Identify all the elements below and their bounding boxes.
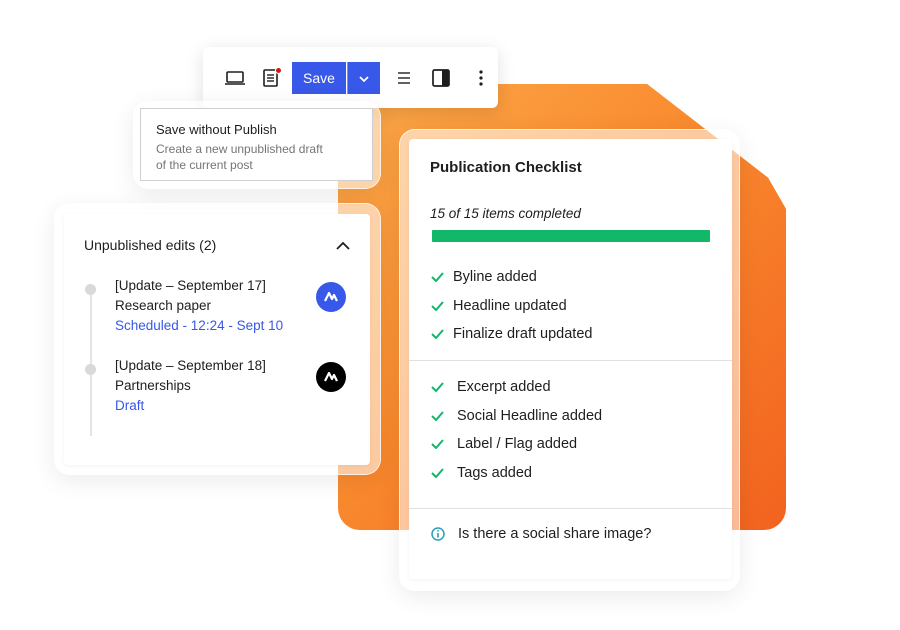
checklist-group-1: Byline added Headline updated Finalize d…	[409, 263, 732, 349]
edit-title: [Update – September 17]	[115, 278, 266, 293]
avatar	[316, 362, 346, 392]
save-button[interactable]: Save	[292, 61, 346, 94]
check-icon	[431, 439, 457, 450]
timeline-dot	[85, 284, 96, 295]
checklist-item: Finalize draft updated	[409, 320, 732, 349]
editor-toolbar: Save	[203, 47, 498, 108]
avatar	[316, 282, 346, 312]
edits-timeline: [Update – September 17] Research paper S…	[84, 276, 350, 436]
edit-title: [Update – September 18]	[115, 358, 266, 373]
check-icon	[431, 301, 453, 311]
checklist-item: Label / Flag added	[409, 430, 732, 459]
checklist-item: Headline updated	[409, 292, 732, 321]
checklist-group-2: Excerpt added Social Headline added Labe…	[409, 373, 732, 487]
laptop-icon[interactable]	[221, 64, 249, 92]
chevron-down-icon	[359, 69, 369, 87]
checklist-info-item[interactable]: Is there a social share image?	[431, 526, 651, 542]
check-icon	[431, 411, 457, 421]
info-item-label: Is there a social share image?	[458, 526, 652, 542]
edit-status-link[interactable]: Scheduled - 12:24 - Sept 10	[115, 316, 350, 336]
save-without-publish-description: Create a new unpublished draft of the cu…	[156, 142, 323, 172]
timeline-dot	[85, 364, 96, 375]
save-button-group: Save	[292, 61, 380, 94]
notification-dot	[275, 66, 282, 74]
list-item[interactable]: [Update – September 18] Partnerships Dra…	[84, 356, 350, 436]
unpublished-edits-header[interactable]: Unpublished edits (2)	[84, 214, 350, 276]
list-item[interactable]: [Update – September 17] Research paper S…	[84, 276, 350, 356]
unpublished-edits-panel: Unpublished edits (2) [Update – Septembe…	[64, 214, 370, 465]
save-without-publish-label: Save without Publish	[156, 122, 277, 137]
check-icon	[431, 382, 457, 393]
edit-subtitle: Research paper	[115, 298, 212, 313]
checklist-item: Excerpt added	[409, 373, 732, 402]
progress-bar	[432, 230, 710, 242]
more-vertical-icon[interactable]	[467, 64, 495, 92]
checklist-item: Social Headline added	[409, 402, 732, 431]
info-icon	[431, 527, 458, 541]
edit-subtitle: Partnerships	[115, 378, 191, 393]
checklist-title: Publication Checklist	[430, 159, 582, 176]
unpublished-edits-title: Unpublished edits (2)	[84, 237, 217, 253]
check-icon	[431, 329, 453, 340]
checklist-item: Tags added	[409, 459, 732, 488]
checklist-item: Byline added	[409, 263, 732, 292]
checklist-divider	[409, 508, 732, 509]
publication-checklist-panel: Publication Checklist 15 of 15 items com…	[409, 139, 732, 579]
check-icon	[431, 272, 453, 283]
save-options-button[interactable]	[347, 61, 380, 94]
chevron-up-icon[interactable]	[336, 237, 350, 253]
checklist-divider	[409, 360, 732, 361]
document-icon[interactable]	[257, 64, 285, 92]
check-icon	[431, 468, 457, 479]
progress-bar-fill	[432, 230, 710, 242]
edit-status-link[interactable]: Draft	[115, 396, 350, 416]
sidebar-toggle-icon[interactable]	[427, 64, 455, 92]
progress-label: 15 of 15 items completed	[430, 206, 581, 221]
list-view-icon[interactable]	[390, 64, 418, 92]
save-without-publish-option[interactable]: Save without Publish Create a new unpubl…	[140, 108, 373, 181]
